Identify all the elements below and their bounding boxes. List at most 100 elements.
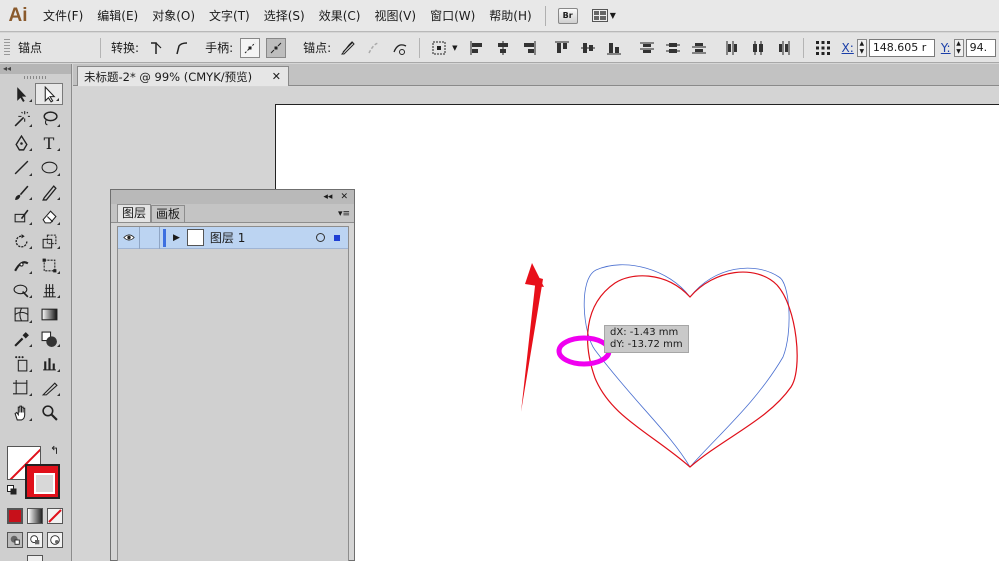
eyedropper-tool-icon[interactable] — [7, 328, 35, 350]
menu-type[interactable]: 文字(T) — [202, 0, 257, 32]
menu-edit[interactable]: 编辑(E) — [90, 0, 145, 32]
expand-arrow-icon[interactable]: ▶ — [173, 233, 180, 243]
draw-normal-icon[interactable] — [7, 532, 23, 548]
menu-help[interactable]: 帮助(H) — [482, 0, 538, 32]
menu-object[interactable]: 对象(O) — [145, 0, 202, 32]
cut-path-icon[interactable] — [390, 38, 410, 58]
selection-transform-icon[interactable] — [429, 38, 449, 58]
lasso-tool-icon[interactable] — [35, 108, 63, 130]
line-tool-icon[interactable] — [7, 157, 35, 179]
chevron-down-icon[interactable]: ▼ — [452, 44, 457, 52]
reference-point-icon[interactable] — [813, 38, 833, 58]
handles-label: 手柄: — [205, 41, 234, 55]
type-tool-icon[interactable]: T — [35, 132, 63, 154]
layer-name[interactable]: 图层 1 — [210, 229, 245, 246]
tab-layers[interactable]: 图层 — [117, 204, 152, 222]
mesh-tool-icon[interactable] — [7, 304, 35, 326]
artboard-tool-icon[interactable] — [7, 377, 35, 399]
draw-mode-row — [7, 532, 63, 548]
target-icon[interactable] — [316, 233, 325, 242]
blob-brush-tool-icon[interactable] — [7, 206, 35, 228]
panel-grip[interactable] — [4, 38, 10, 57]
y-stepper[interactable]: ▲ ▼ — [953, 38, 964, 57]
convert-to-smooth-icon[interactable] — [172, 38, 192, 58]
collapse-icon[interactable]: ◂◂ — [323, 192, 332, 202]
menu-effect[interactable]: 效果(C) — [312, 0, 368, 32]
zoom-tool-icon[interactable] — [35, 402, 63, 424]
column-graph-tool-icon[interactable] — [35, 353, 63, 375]
distribute-left-icon[interactable] — [722, 38, 742, 58]
distribute-top-icon[interactable] — [637, 38, 657, 58]
hand-tool-icon[interactable] — [7, 402, 35, 424]
blend-tool-icon[interactable] — [35, 328, 63, 350]
tab-artboards[interactable]: 画板 — [151, 205, 186, 222]
distribute-right-icon[interactable] — [774, 38, 794, 58]
swap-fill-stroke-icon[interactable]: ↰ — [50, 444, 59, 457]
workspace-switcher[interactable]: ▼ — [591, 9, 616, 22]
distribute-vertical-center-icon[interactable] — [663, 38, 683, 58]
close-icon[interactable]: ✕ — [340, 192, 348, 202]
align-bottom-icon[interactable] — [604, 38, 624, 58]
pencil-tool-icon[interactable] — [35, 181, 63, 203]
distribute-bottom-icon[interactable] — [689, 38, 709, 58]
heart-path-moved[interactable] — [587, 271, 798, 468]
draw-behind-icon[interactable] — [27, 532, 43, 548]
color-mode-icon[interactable] — [7, 508, 23, 524]
menu-window[interactable]: 窗口(W) — [423, 0, 482, 32]
x-coordinate-input[interactable]: 148.605 r — [868, 38, 935, 57]
align-left-icon[interactable] — [467, 38, 487, 58]
lock-toggle[interactable] — [140, 226, 160, 249]
stroke-swatch[interactable] — [25, 464, 60, 499]
convert-to-corner-icon[interactable] — [146, 38, 166, 58]
layer-thumbnail — [186, 229, 204, 246]
selection-tool-icon[interactable] — [7, 83, 35, 105]
x-stepper[interactable]: ▲ ▼ — [856, 38, 867, 57]
menu-select[interactable]: 选择(S) — [257, 0, 312, 32]
selection-indicator-icon[interactable] — [334, 234, 340, 241]
y-coordinate-input[interactable]: 94. — [965, 38, 996, 57]
fill-stroke-selector[interactable]: ↰ — [5, 444, 65, 502]
screen-mode-icon[interactable] — [27, 555, 43, 561]
width-tool-icon[interactable] — [7, 255, 35, 277]
document-tab[interactable]: 未标题-2* @ 99% (CMYK/预览) ✕ — [77, 66, 289, 86]
panel-grip[interactable] — [24, 76, 47, 79]
align-top-icon[interactable] — [552, 38, 572, 58]
menu-view[interactable]: 视图(V) — [367, 0, 423, 32]
tools-panel-collapse[interactable]: ◂◂ — [0, 64, 71, 74]
free-transform-tool-icon[interactable] — [35, 255, 63, 277]
magic-wand-tool-icon[interactable] — [7, 108, 35, 130]
pen-tool-icon[interactable] — [7, 132, 35, 154]
align-vertical-center-icon[interactable] — [578, 38, 598, 58]
align-right-icon[interactable] — [519, 38, 539, 58]
gradient-tool-icon[interactable] — [35, 304, 63, 326]
chevron-down-icon: ▼ — [609, 11, 616, 20]
direct-selection-tool-icon[interactable] — [35, 83, 63, 105]
remove-anchor-icon[interactable] — [338, 38, 358, 58]
layers-panel-header[interactable]: ◂◂ ✕ — [111, 190, 354, 204]
bridge-button[interactable]: Br — [557, 7, 578, 24]
heart-path-original[interactable] — [583, 264, 790, 468]
panel-menu-icon[interactable]: ▾≡ — [338, 209, 350, 219]
align-horizontal-center-icon[interactable] — [493, 38, 513, 58]
draw-inside-icon[interactable] — [47, 532, 63, 548]
gradient-mode-icon[interactable] — [27, 508, 43, 524]
menu-file[interactable]: 文件(F) — [36, 0, 90, 32]
slice-tool-icon[interactable] — [35, 377, 63, 399]
show-handles-icon[interactable] — [240, 37, 261, 58]
ellipse-tool-icon[interactable] — [35, 157, 63, 179]
connect-anchor-icon[interactable] — [364, 38, 384, 58]
scale-tool-icon[interactable] — [35, 230, 63, 252]
distribute-horizontal-center-icon[interactable] — [748, 38, 768, 58]
none-mode-icon[interactable] — [47, 508, 63, 524]
shape-builder-tool-icon[interactable] — [7, 279, 35, 301]
layer-row[interactable]: ▶ 图层 1 — [118, 226, 348, 249]
close-icon[interactable]: ✕ — [272, 70, 281, 83]
rotate-tool-icon[interactable] — [7, 230, 35, 252]
eye-icon[interactable] — [118, 226, 140, 249]
perspective-grid-tool-icon[interactable] — [35, 279, 63, 301]
default-fill-stroke-icon[interactable] — [7, 484, 17, 495]
eraser-tool-icon[interactable] — [35, 206, 63, 228]
symbol-sprayer-tool-icon[interactable] — [7, 353, 35, 375]
hide-handles-icon[interactable] — [266, 37, 287, 58]
paintbrush-tool-icon[interactable] — [7, 181, 35, 203]
